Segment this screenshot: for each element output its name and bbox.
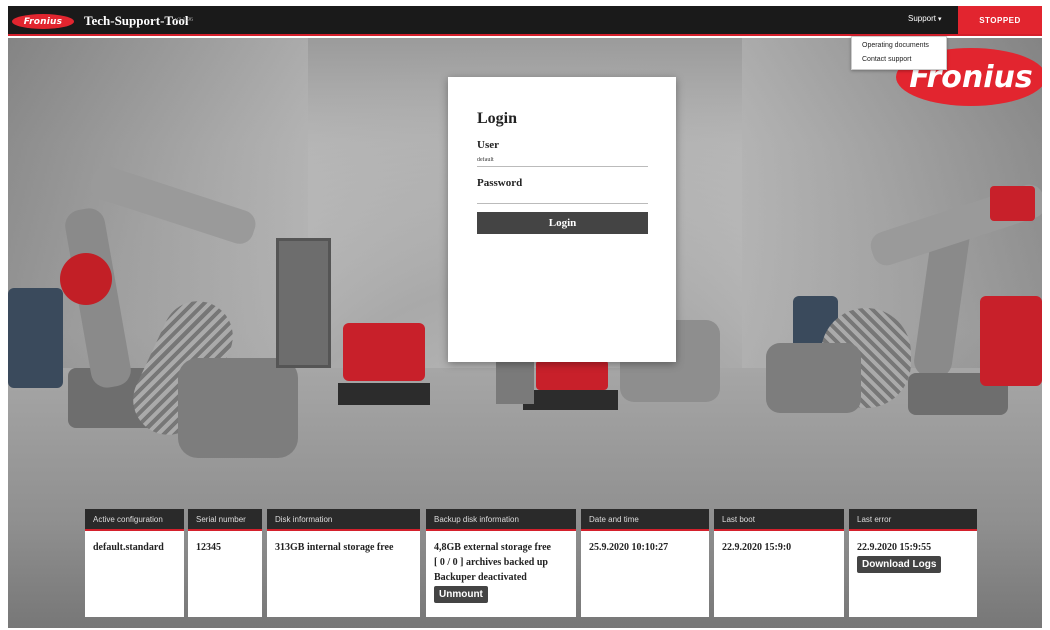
panel-last-error: Last error 22.9.2020 15:9:55 Download Lo…	[849, 509, 977, 617]
panel-backup-disk-information: Backup disk information 4,8GB external s…	[426, 509, 576, 617]
panel-value: 25.9.2020 10:10:27	[589, 542, 669, 553]
panel-value: Backuper deactivated	[434, 572, 527, 583]
welding-power-source-2	[536, 360, 608, 390]
left-positioner-base	[178, 358, 298, 458]
top-bar: Fronius Tech-Support-Tool v3.1.96 Suppor…	[8, 6, 1042, 36]
control-cabinet	[276, 238, 331, 368]
panel-title: Disk information	[267, 509, 420, 531]
right-positioner-base	[766, 343, 861, 413]
support-label: Support	[908, 14, 937, 23]
menu-item-contact-support[interactable]: Contact support	[852, 55, 946, 69]
panel-value: 12345	[196, 542, 221, 553]
left-gas-cylinder	[8, 288, 63, 388]
welding-power-source-3	[980, 296, 1042, 386]
left-robot-red-joint	[60, 253, 112, 305]
status-button[interactable]: STOPPED	[958, 6, 1042, 34]
panel-active-configuration: Active configuration default.standard	[85, 509, 184, 617]
download-logs-button[interactable]: Download Logs	[857, 556, 942, 573]
panel-value: 313GB internal storage free	[275, 542, 394, 553]
panel-title: Active configuration	[85, 509, 184, 531]
panel-value: default.standard	[93, 542, 164, 553]
panel-last-boot: Last boot 22.9.2020 15:9:0	[714, 509, 844, 617]
password-input[interactable]	[477, 190, 648, 204]
panel-serial-number: Serial number 12345	[188, 509, 262, 617]
user-input[interactable]	[477, 153, 648, 167]
app-version: v3.1.96	[175, 17, 193, 23]
panel-value: 4,8GB external storage free	[434, 542, 551, 553]
panel-title: Last error	[849, 509, 977, 531]
panel-title: Date and time	[581, 509, 709, 531]
support-menu-button[interactable]: Support ▾	[908, 14, 942, 23]
user-label: User	[477, 139, 499, 151]
panel-title: Serial number	[188, 509, 262, 531]
app-title: Tech-Support-Tool	[84, 13, 189, 28]
panel-value: [ 0 / 0 ] archives backed up	[434, 557, 548, 568]
panel-title: Backup disk information	[426, 509, 576, 531]
panel-title: Last boot	[714, 509, 844, 531]
panel-date-and-time: Date and time 25.9.2020 10:10:27	[581, 509, 709, 617]
login-title: Login	[477, 110, 518, 127]
login-card: Login User Password Login	[448, 77, 676, 362]
small-cabinet	[496, 356, 534, 404]
welding-power-source-1	[343, 323, 425, 381]
unmount-button[interactable]: Unmount	[434, 586, 488, 603]
panel-value: 22.9.2020 15:9:55	[857, 542, 932, 553]
right-robot-red-head	[990, 186, 1035, 221]
fronius-logo: Fronius	[12, 14, 74, 29]
password-label: Password	[477, 177, 523, 189]
panel-value: 22.9.2020 15:9:0	[722, 542, 792, 553]
support-dropdown: Operating documents Contact support	[851, 36, 947, 70]
caret-down-icon: ▾	[938, 15, 942, 23]
login-button[interactable]: Login	[477, 212, 648, 234]
pallet-1	[338, 383, 430, 405]
pallet-2	[523, 390, 618, 410]
menu-item-operating-documents[interactable]: Operating documents	[852, 41, 946, 55]
panel-disk-information: Disk information 313GB internal storage …	[267, 509, 420, 617]
